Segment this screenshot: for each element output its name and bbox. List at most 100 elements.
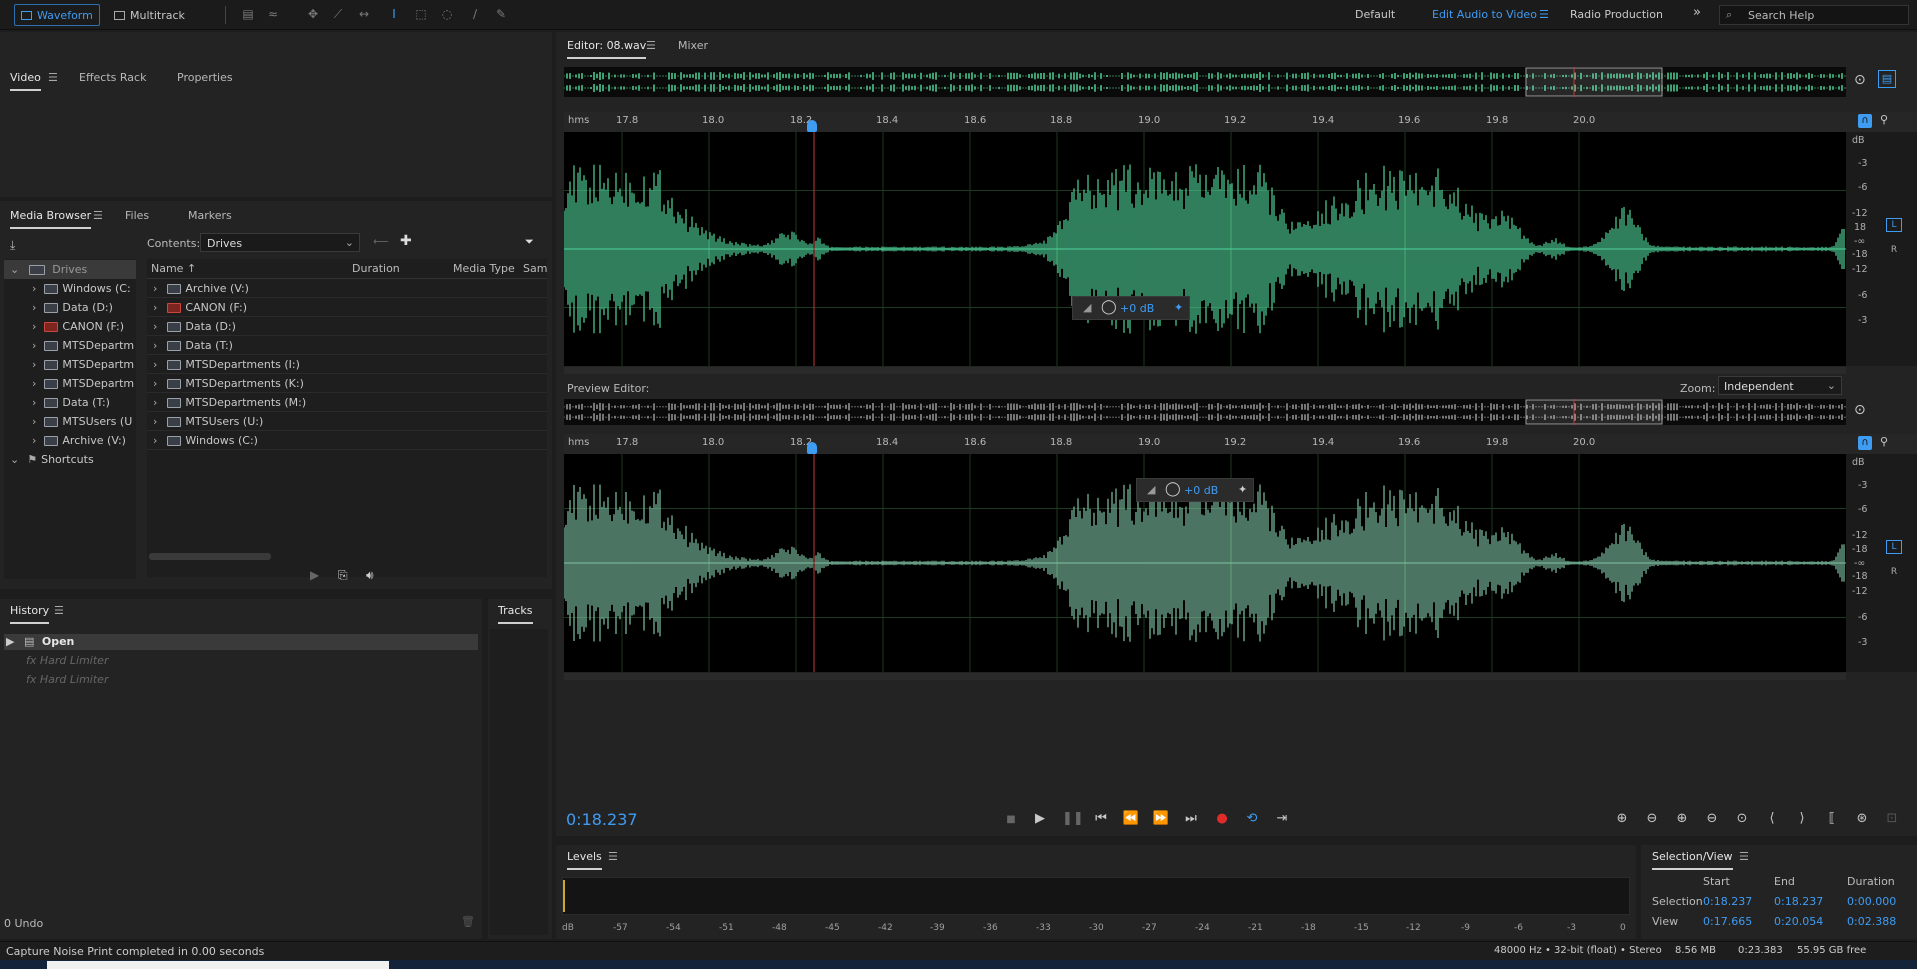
zoom-reset-icon[interactable]: ⊙ bbox=[1854, 72, 1866, 88]
tree-item-drives[interactable]: ⌄ Drives bbox=[4, 260, 136, 279]
main-overview-waveform[interactable] bbox=[564, 67, 1846, 97]
file-row[interactable]: › Data (D:) bbox=[147, 317, 547, 336]
spot-healing-tool-icon[interactable]: ✎ bbox=[494, 7, 508, 21]
zoom-in-right-icon[interactable]: ⟩ bbox=[1793, 811, 1811, 826]
zoom-in-amplitude-icon[interactable]: ⊕ bbox=[1613, 811, 1631, 826]
skip-previous-icon[interactable]: ⏮ bbox=[1092, 811, 1110, 826]
history-item-open[interactable]: ▶ ▤ Open bbox=[4, 634, 478, 650]
import-icon[interactable]: ⤓ bbox=[10, 238, 15, 253]
tree-item[interactable]: › MTSDepartm bbox=[4, 374, 136, 393]
column-header-media-type[interactable]: Media Type bbox=[453, 262, 515, 275]
preview-scrollbar[interactable] bbox=[564, 673, 1846, 680]
skip-next-icon[interactable]: ⏭ bbox=[1182, 811, 1200, 826]
file-row[interactable]: › Windows (C:) bbox=[147, 431, 547, 450]
more-workspaces-button[interactable]: » bbox=[1693, 5, 1701, 20]
zoom-full-icon[interactable]: ⊙ bbox=[1733, 811, 1751, 826]
taskbar-window[interactable] bbox=[47, 961, 389, 969]
play-icon[interactable]: ▶ bbox=[1031, 811, 1049, 826]
zoom-dropdown[interactable]: Independent ⌄ bbox=[1718, 376, 1842, 395]
file-row[interactable]: › MTSDepartments (M:) bbox=[147, 393, 547, 412]
workspace-default[interactable]: Default bbox=[1355, 8, 1395, 21]
file-row[interactable]: › Data (T:) bbox=[147, 336, 547, 355]
snap-icon[interactable]: ∩ bbox=[1858, 436, 1872, 450]
tab-history[interactable]: History bbox=[10, 600, 50, 624]
tab-mixer[interactable]: Mixer bbox=[678, 35, 708, 57]
preview-time-ruler[interactable]: hms 17.8 18.0 18.2 18.4 18.6 18.8 19.0 1… bbox=[564, 434, 1846, 454]
tree-item[interactable]: › Windows (C: bbox=[4, 279, 136, 298]
spectral-pitch-icon[interactable]: ≈ bbox=[266, 7, 280, 21]
file-row[interactable]: › Archive (V:) bbox=[147, 279, 547, 298]
panel-menu-icon[interactable]: ☰ bbox=[54, 600, 64, 622]
auto-play-icon[interactable]: 🔊︎ bbox=[366, 568, 374, 583]
history-item[interactable]: fx Hard Limiter bbox=[4, 653, 478, 669]
view-duration[interactable]: 0:02.388 bbox=[1847, 915, 1896, 928]
tab-editor[interactable]: Editor: 08.wav bbox=[567, 35, 647, 59]
view-start[interactable]: 0:17.665 bbox=[1703, 915, 1752, 928]
playhead-handle[interactable] bbox=[807, 120, 817, 132]
zoom-in-time-icon[interactable]: ⊕ bbox=[1673, 811, 1691, 826]
tree-item[interactable]: › MTSDepartm bbox=[4, 336, 136, 355]
channel-l-toggle[interactable]: L bbox=[1886, 218, 1902, 232]
skip-selection-icon[interactable]: ⇥ bbox=[1273, 811, 1291, 826]
tab-media-browser[interactable]: Media Browser bbox=[10, 205, 92, 229]
main-scrollbar[interactable] bbox=[564, 367, 1846, 374]
zoom-playhead-icon[interactable]: ⊛ bbox=[1853, 811, 1871, 826]
tree-item[interactable]: › CANON (F:) bbox=[4, 317, 136, 336]
tab-effects-rack[interactable]: Effects Rack bbox=[79, 67, 146, 89]
move-tool-icon[interactable]: ✥ bbox=[306, 7, 320, 21]
horizontal-scrollbar[interactable] bbox=[149, 553, 271, 560]
volume-value[interactable]: +0 dB bbox=[1184, 484, 1218, 497]
time-selection-tool-icon[interactable]: I bbox=[387, 7, 401, 21]
column-header-duration[interactable]: Duration bbox=[352, 262, 400, 275]
column-header-name[interactable]: Name ↑ bbox=[151, 262, 196, 275]
tree-item[interactable]: › MTSUsers (U bbox=[4, 412, 136, 431]
workspace-edit-audio-to-video[interactable]: Edit Audio to Video bbox=[1432, 8, 1537, 21]
tree-item[interactable]: › Archive (V:) bbox=[4, 431, 136, 450]
pin-icon[interactable]: ✦ bbox=[1174, 301, 1183, 314]
waveform-view-button[interactable]: Waveform bbox=[14, 4, 100, 26]
tree-item[interactable]: › MTSDepartm bbox=[4, 355, 136, 374]
main-waveform-display[interactable] bbox=[564, 132, 1846, 366]
volume-knob-icon[interactable]: ◯ bbox=[1101, 299, 1117, 315]
spectral-display-icon[interactable]: ▤ bbox=[241, 7, 255, 21]
zoom-out-time-icon[interactable]: ⊖ bbox=[1703, 811, 1721, 826]
brush-tool-icon[interactable]: ∕ bbox=[468, 7, 482, 21]
marquee-tool-icon[interactable]: ⬚ bbox=[414, 7, 428, 21]
pin-icon[interactable]: ✦ bbox=[1238, 483, 1247, 496]
stop-icon[interactable]: ■ bbox=[1002, 814, 1020, 825]
column-header-sample-rate[interactable]: Sam bbox=[523, 262, 547, 275]
insert-icon[interactable]: ⎘ bbox=[338, 568, 348, 583]
selection-start[interactable]: 0:18.237 bbox=[1703, 895, 1752, 908]
selection-end[interactable]: 0:18.237 bbox=[1774, 895, 1823, 908]
history-item[interactable]: fx Hard Limiter bbox=[4, 672, 478, 688]
tab-properties[interactable]: Properties bbox=[177, 67, 233, 89]
tab-files[interactable]: Files bbox=[125, 205, 149, 227]
channel-l-toggle[interactable]: L bbox=[1886, 540, 1902, 554]
panel-menu-icon[interactable]: ☰ bbox=[93, 205, 103, 227]
razor-tool-icon[interactable]: ⟋ bbox=[331, 7, 345, 21]
workspace-radio-production[interactable]: Radio Production bbox=[1570, 8, 1663, 21]
selection-duration[interactable]: 0:00.000 bbox=[1847, 895, 1896, 908]
tab-selection-view[interactable]: Selection/View bbox=[1652, 846, 1733, 870]
time-display[interactable]: 0:18.237 bbox=[566, 810, 638, 829]
file-row[interactable]: › CANON (F:) bbox=[147, 298, 547, 317]
zoom-in-left-icon[interactable]: ⟨ bbox=[1763, 811, 1781, 826]
back-arrow-icon[interactable]: ⟵ bbox=[373, 235, 389, 248]
lasso-tool-icon[interactable]: ◌ bbox=[440, 7, 454, 21]
tab-tracks[interactable]: Tracks bbox=[498, 600, 533, 624]
tree-item-shortcuts[interactable]: ⌄ ⚑ Shortcuts bbox=[4, 450, 136, 469]
tab-levels[interactable]: Levels bbox=[567, 846, 602, 870]
spectral-toggle-icon[interactable]: ▤ bbox=[1878, 70, 1896, 88]
zoom-out-amplitude-icon[interactable]: ⊖ bbox=[1643, 811, 1661, 826]
rewind-icon[interactable]: ⏪ bbox=[1122, 811, 1140, 826]
file-row[interactable]: › MTSDepartments (I:) bbox=[147, 355, 547, 374]
search-help-field[interactable]: ⌕ Search Help bbox=[1719, 5, 1909, 25]
volume-hud[interactable]: ◢ ◯ +0 dB ✦ bbox=[1136, 478, 1254, 502]
panel-menu-icon[interactable]: ☰ bbox=[608, 846, 618, 868]
pause-icon[interactable]: ❚❚ bbox=[1062, 811, 1084, 826]
file-row[interactable]: › MTSDepartments (K:) bbox=[147, 374, 547, 393]
volume-value[interactable]: +0 dB bbox=[1120, 302, 1154, 315]
panel-menu-icon[interactable]: ☰ bbox=[1739, 846, 1749, 868]
time-ruler[interactable]: hms 17.8 18.0 18.2 18.4 18.6 18.8 19.0 1… bbox=[564, 112, 1846, 132]
panel-menu-icon[interactable]: ☰ bbox=[48, 67, 58, 89]
